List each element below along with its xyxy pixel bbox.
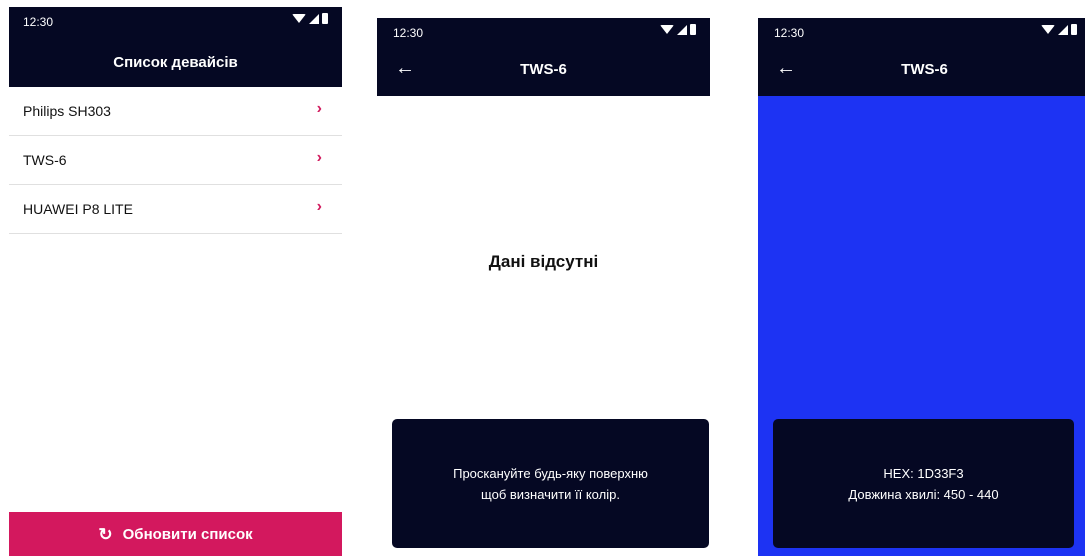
page-title: TWS-6 bbox=[520, 61, 567, 78]
list-item-device[interactable]: HUAWEI P8 LITE › bbox=[9, 185, 342, 234]
refresh-list-button[interactable]: ↻ Обновити список bbox=[9, 512, 342, 556]
battery-icon bbox=[322, 13, 328, 24]
scan-hint-line2: щоб визначити її колір. bbox=[481, 486, 620, 502]
app-bar: 12:30 ← TWS-6 bbox=[758, 18, 1085, 96]
device-label: TWS-6 bbox=[23, 152, 67, 168]
app-bar: 12:30 ← TWS-6 bbox=[377, 18, 710, 96]
page-title: Список девайсів bbox=[113, 54, 238, 71]
signal-icon bbox=[677, 24, 687, 35]
status-bar: 12:30 bbox=[758, 18, 1085, 44]
status-icons bbox=[292, 13, 328, 24]
device-label: HUAWEI P8 LITE bbox=[23, 201, 133, 217]
scan-hint-card: Проскануйте будь-яку поверхню щоб визнач… bbox=[392, 419, 709, 548]
refresh-icon: ↻ bbox=[98, 524, 113, 544]
status-bar: 12:30 bbox=[9, 7, 342, 33]
device-label: Philips SH303 bbox=[23, 103, 111, 119]
page-title: TWS-6 bbox=[901, 61, 948, 78]
chevron-right-icon: › bbox=[316, 100, 322, 117]
signal-icon bbox=[1058, 24, 1068, 35]
list-item-device[interactable]: TWS-6 › bbox=[9, 136, 342, 185]
status-icons bbox=[660, 24, 696, 35]
device-list-screen: 12:30 Список девайсів Philips SH303 › TW… bbox=[9, 7, 342, 556]
empty-state-message: Дані відсутні bbox=[488, 252, 599, 271]
wifi-icon bbox=[660, 25, 674, 34]
color-info-card: HEX: 1D33F3 Довжина хвилі: 450 - 440 bbox=[773, 419, 1074, 548]
device-list: Philips SH303 › TWS-6 › HUAWEI P8 LITE › bbox=[9, 87, 342, 234]
refresh-button-label: Обновити список bbox=[122, 525, 253, 543]
wifi-icon bbox=[292, 14, 306, 23]
scan-hint-line1: Проскануйте будь-яку поверхню bbox=[453, 465, 648, 481]
status-bar: 12:30 bbox=[377, 18, 710, 44]
status-time: 12:30 bbox=[774, 26, 805, 40]
wifi-icon bbox=[1041, 25, 1055, 34]
app-bar: 12:30 Список девайсів bbox=[9, 7, 342, 87]
color-result-screen: 12:30 ← TWS-6 HEX: 1D33F3 Довжина хвилі:… bbox=[758, 18, 1085, 556]
status-icons bbox=[1041, 24, 1077, 35]
device-empty-screen: 12:30 ← TWS-6 Дані відсутні Проскануйте … bbox=[377, 18, 710, 556]
status-time: 12:30 bbox=[23, 15, 54, 29]
battery-icon bbox=[690, 24, 696, 35]
battery-icon bbox=[1071, 24, 1077, 35]
chevron-right-icon: › bbox=[316, 149, 322, 166]
signal-icon bbox=[309, 13, 319, 24]
status-time: 12:30 bbox=[393, 26, 424, 40]
list-item-device[interactable]: Philips SH303 › bbox=[9, 87, 342, 136]
wavelength-value: Довжина хвилі: 450 - 440 bbox=[848, 486, 999, 502]
chevron-right-icon: › bbox=[316, 198, 322, 215]
hex-value: HEX: 1D33F3 bbox=[883, 465, 964, 481]
